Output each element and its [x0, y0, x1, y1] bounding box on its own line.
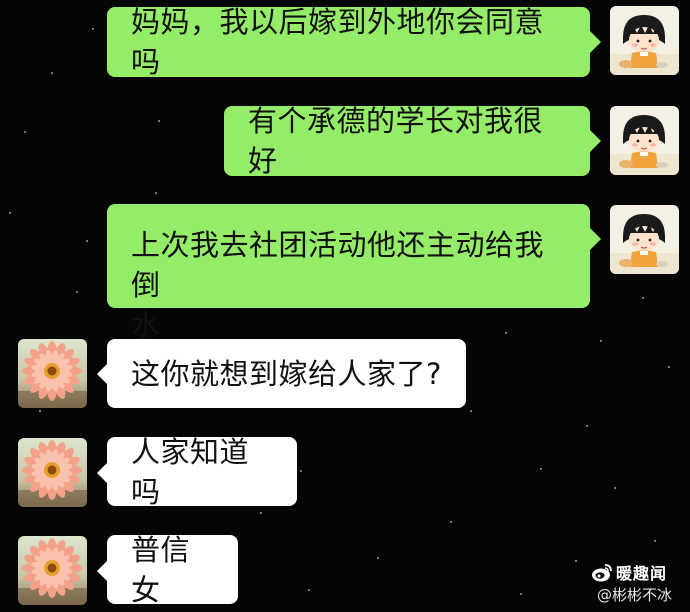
flower-avatar-icon[interactable]	[18, 339, 87, 408]
message-text: 人家知道吗	[131, 434, 250, 509]
sent-bubble[interactable]: 妈妈，我以后嫁到外地你会同意吗	[107, 5, 590, 79]
girl-avatar-icon[interactable]	[610, 205, 679, 274]
chat-area: 妈妈，我以后嫁到外地你会同意吗 有个承德的学长对我很好 上次我去社团活动他还主动…	[0, 0, 690, 612]
bubble-tail	[590, 228, 601, 250]
girl-avatar-icon[interactable]	[610, 106, 679, 175]
bubble-tail	[590, 31, 601, 53]
received-bubble[interactable]: 这你就想到嫁给人家了?	[107, 339, 466, 408]
sent-bubble[interactable]: 有个承德的学长对我很好	[224, 104, 590, 178]
message-text: 有个承德的学长对我很好	[248, 104, 544, 178]
message-line: 上次我去社团活动他还主动给我倒	[131, 228, 545, 302]
girl-avatar-icon[interactable]	[610, 6, 679, 75]
received-bubble[interactable]: 人家知道吗	[107, 435, 297, 509]
message-text: 普信女	[131, 532, 191, 607]
sent-bubble[interactable]: 上次我去社团活动他还主动给我倒 水	[107, 204, 590, 342]
flower-avatar-icon[interactable]	[18, 438, 87, 507]
bubble-tail	[590, 130, 601, 152]
message-text: 这你就想到嫁给人家了?	[131, 356, 442, 391]
received-bubble[interactable]: 普信女	[107, 533, 238, 607]
flower-avatar-icon[interactable]	[18, 536, 87, 605]
message-text: 妈妈，我以后嫁到外地你会同意吗	[131, 5, 545, 79]
message-text: 上次我去社团活动他还主动给我倒 水	[131, 225, 566, 345]
